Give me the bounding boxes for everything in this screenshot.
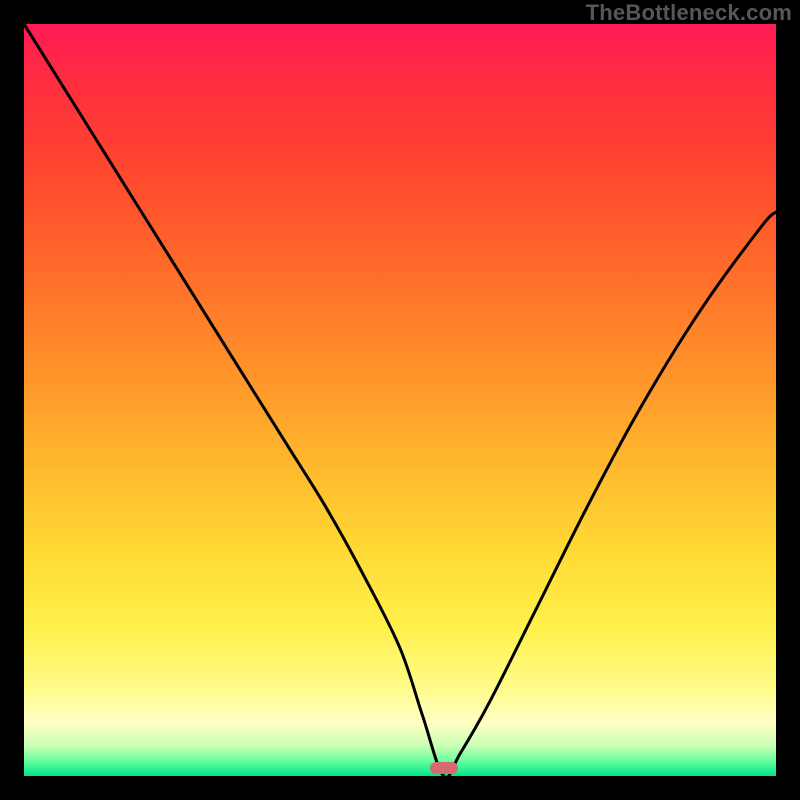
chart-frame: TheBottleneck.com	[0, 0, 800, 800]
watermark-text: TheBottleneck.com	[586, 0, 792, 26]
curve-path	[24, 24, 776, 776]
plot-area	[24, 24, 776, 776]
optimum-marker	[430, 762, 458, 774]
bottleneck-curve	[24, 24, 776, 776]
